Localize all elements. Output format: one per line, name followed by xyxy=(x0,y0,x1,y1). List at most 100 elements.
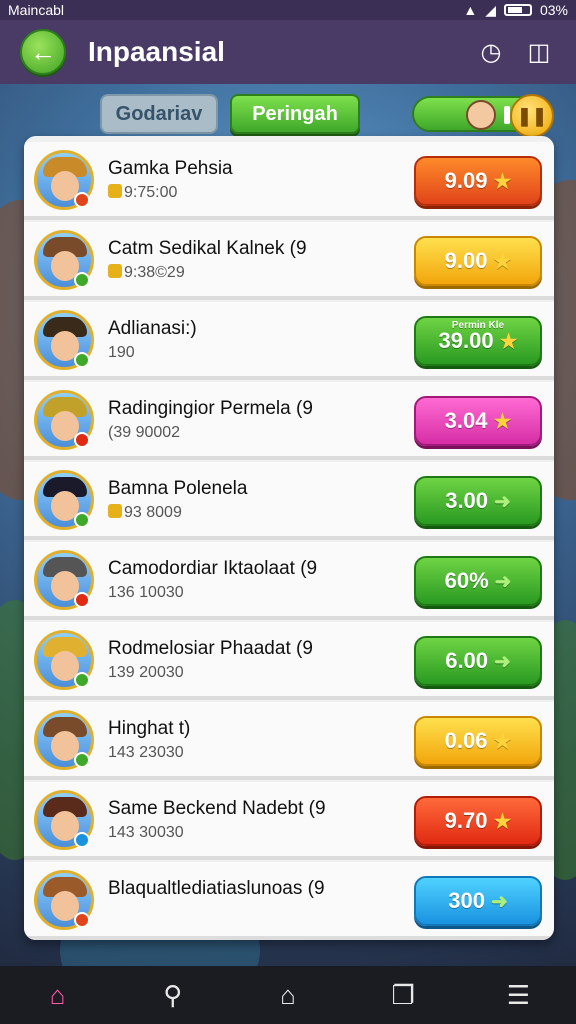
price-value: 6.00 xyxy=(445,648,489,673)
item-subtitle-value: 9:38©29 xyxy=(124,264,185,281)
item-subtitle-value: (39 90002 xyxy=(108,424,181,441)
list-item[interactable]: Blaqualtlediatiaslunoas (9 300 ➜ xyxy=(24,862,554,940)
list-item[interactable]: Hinghat t) 143 23030 0.06 ★ xyxy=(24,702,554,780)
list-item[interactable]: Camodordiar Iktaolaat (9 136 10030 60% ➜ xyxy=(24,542,554,620)
price-button[interactable]: 3.00 ➜ xyxy=(414,476,542,526)
item-title: Gamka Pehsia xyxy=(108,158,233,179)
item-subtitle-value: 9:75:00 xyxy=(124,184,178,201)
arrow-right-icon: ➜ xyxy=(494,490,511,513)
price-button[interactable]: Permin Kle 39.00 ★ xyxy=(414,316,542,366)
profile-toggle[interactable]: ❚❚ xyxy=(412,94,554,138)
star-icon: ★ xyxy=(493,250,512,273)
price-value: 39.00 xyxy=(438,328,494,353)
price-value: 60% xyxy=(444,568,489,593)
carrier-label: Maincabl xyxy=(8,2,65,18)
house-icon[interactable]: ⌂ xyxy=(268,975,308,1015)
item-title: Blaqualtlediatiaslunoas (9 xyxy=(108,878,325,899)
item-subtitle: 9:75:00 xyxy=(108,184,177,202)
price-button[interactable]: 9.70 ★ xyxy=(414,796,542,846)
status-badge xyxy=(74,352,90,368)
item-subtitle: 136 10030 xyxy=(108,584,184,602)
item-subtitle-value: 93 8009 xyxy=(124,504,182,521)
star-icon: ★ xyxy=(493,810,512,833)
price-value: 9.70 xyxy=(444,808,488,833)
item-subtitle: 9:38©29 xyxy=(108,264,185,282)
price-button[interactable]: 3.04 ★ xyxy=(414,396,542,446)
price-button[interactable]: 9.09 ★ xyxy=(414,156,542,206)
wifi-icon: ▲ xyxy=(463,2,478,18)
coin-icon xyxy=(108,184,122,198)
item-subtitle-value: 143 30030 xyxy=(108,824,184,841)
menu-icon[interactable]: ☰ xyxy=(498,975,538,1015)
item-subtitle-value: 190 xyxy=(108,344,135,361)
coin-icon xyxy=(108,504,122,518)
tab-godariav[interactable]: Godariav xyxy=(100,94,218,134)
price-button[interactable]: 60% ➜ xyxy=(414,556,542,606)
price-value: 3.04 xyxy=(444,408,488,433)
item-subtitle: 143 30030 xyxy=(108,824,184,842)
star-icon: ★ xyxy=(493,730,512,753)
list-item[interactable]: Adlianasi:) 190 Permin Kle 39.00 ★ xyxy=(24,302,554,380)
app-bar: ← Inpaansial ◷ ◫ xyxy=(0,20,576,84)
status-badge xyxy=(74,592,90,608)
status-badge xyxy=(74,672,90,688)
price-button[interactable]: 0.06 ★ xyxy=(414,716,542,766)
price-value: 3.00 xyxy=(445,488,489,513)
price-button[interactable]: 6.00 ➜ xyxy=(414,636,542,686)
home-icon[interactable]: ⌂ xyxy=(38,975,78,1015)
arrow-right-icon: ➜ xyxy=(494,570,512,593)
item-subtitle: 190 xyxy=(108,344,135,362)
inbox-icon: ◫ xyxy=(527,38,551,66)
tab-bar: Godariav Peringah xyxy=(100,94,360,134)
status-badge xyxy=(74,512,90,528)
item-subtitle-value: 136 10030 xyxy=(108,584,184,601)
item-list: Gamka Pehsia 9:75:00 9.09 ★ Catm Sedikal Kal… xyxy=(24,136,554,940)
tab-peringah[interactable]: Peringah xyxy=(230,94,360,134)
copy-icon[interactable]: ❐ xyxy=(383,975,423,1015)
bottom-nav: ⌂ ⚲ ⌂ ❐ ☰ xyxy=(0,966,576,1024)
status-badge xyxy=(74,192,90,208)
clock-icon: ◷ xyxy=(480,38,502,66)
list-item[interactable]: Bamna Polenela 93 8009 3.00 ➜ xyxy=(24,462,554,540)
page-title: Inpaansial xyxy=(88,36,225,67)
price-value: 0.06 xyxy=(444,728,488,753)
status-badge xyxy=(74,432,90,448)
back-button[interactable]: ← xyxy=(20,29,66,75)
item-subtitle: 93 8009 xyxy=(108,504,182,522)
list-item[interactable]: Same Beckend Nadebt (9 143 30030 9.70 ★ xyxy=(24,782,554,860)
item-title: Same Beckend Nadebt (9 xyxy=(108,798,326,819)
item-subtitle-value: 143 23030 xyxy=(108,744,184,761)
list-item[interactable]: Gamka Pehsia 9:75:00 9.09 ★ xyxy=(24,142,554,220)
price-button[interactable]: 9.00 ★ xyxy=(414,236,542,286)
status-badge xyxy=(74,912,90,928)
item-title: Camodordiar Iktaolaat (9 xyxy=(108,558,318,579)
inbox-button[interactable]: ◫ xyxy=(522,35,556,69)
item-title: Rodmelosiar Phaadat (9 xyxy=(108,638,313,659)
item-title: Radingingior Permela (9 xyxy=(108,398,313,419)
item-title: Adlianasi:) xyxy=(108,318,197,339)
list-item[interactable]: Radingingior Permela (9 (39 90002 3.04 ★ xyxy=(24,382,554,460)
price-button[interactable]: 300 ➜ xyxy=(414,876,542,926)
status-badge xyxy=(74,272,90,288)
star-icon: ★ xyxy=(499,330,518,353)
status-bar: Maincabl ▲ ◢ 03% xyxy=(0,0,576,20)
battery-icon xyxy=(503,4,532,16)
list-item[interactable]: Catm Sedikal Kalnek (9 9:38©29 9.00 ★ xyxy=(24,222,554,300)
star-icon: ★ xyxy=(493,170,512,193)
avatar xyxy=(466,100,496,130)
item-subtitle: 143 23030 xyxy=(108,744,184,762)
price-value: 300 xyxy=(448,888,485,913)
arrow-right-icon: ➜ xyxy=(490,890,508,913)
arrow-right-icon: ➜ xyxy=(494,650,511,673)
price-value: 9.09 xyxy=(444,168,488,193)
search-icon[interactable]: ⚲ xyxy=(153,975,193,1015)
pause-icon[interactable]: ❚❚ xyxy=(510,94,554,138)
button-tag: Permin Kle xyxy=(451,320,505,331)
coin-icon xyxy=(108,264,122,278)
list-item[interactable]: Rodmelosiar Phaadat (9 139 20030 6.00 ➜ xyxy=(24,622,554,700)
clock-button[interactable]: ◷ xyxy=(474,35,508,69)
battery-label: 03% xyxy=(539,2,568,18)
item-title: Catm Sedikal Kalnek (9 xyxy=(108,238,307,259)
signal-icon: ◢ xyxy=(485,1,496,18)
star-icon: ★ xyxy=(493,410,512,433)
